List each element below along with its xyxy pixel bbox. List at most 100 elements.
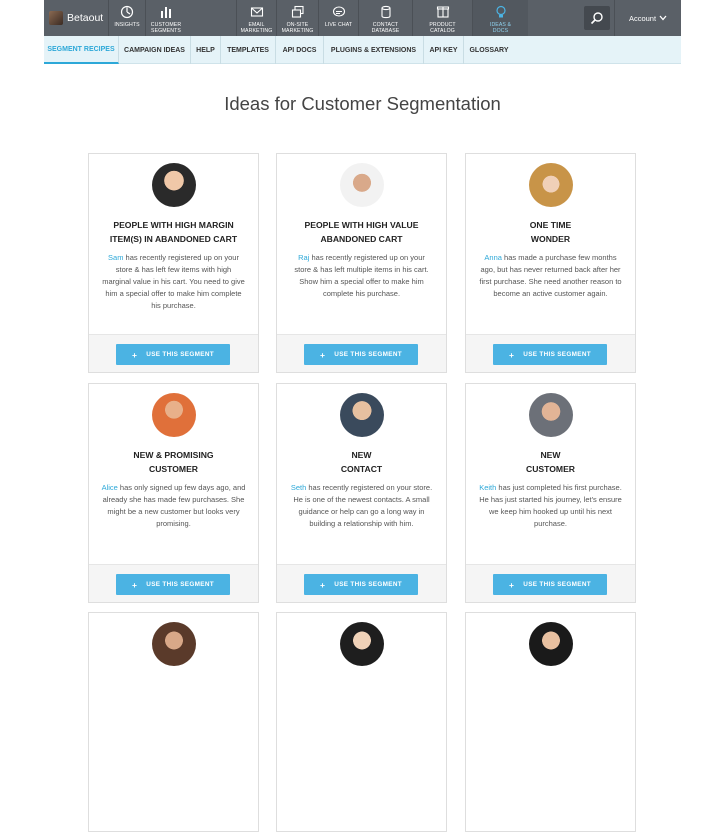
customer-name: Keith: [479, 483, 497, 492]
nav-customer-segments-label: CUSTOMER SEGMENTS: [150, 22, 182, 34]
plus-icon: +: [509, 579, 515, 590]
plus-icon: +: [320, 579, 326, 590]
sub-navbar: SEGMENT RECIPES CAMPAIGN IDEAS HELP TEMP…: [44, 36, 681, 64]
use-segment-button[interactable]: + USE THIS SEGMENT: [116, 574, 230, 595]
segment-card: [88, 612, 259, 832]
windows-icon: [290, 4, 306, 20]
chat-bubble-icon: [331, 4, 347, 20]
card-description: Raj has recently registered up on your s…: [289, 252, 434, 300]
avatar: [152, 622, 196, 666]
segment-card: NEW CONTACT Seth has recently registered…: [276, 383, 447, 603]
use-segment-label: USE THIS SEGMENT: [146, 351, 214, 358]
plus-icon: +: [509, 349, 515, 360]
customer-name: Sam: [108, 253, 124, 262]
card-description: Anna has made a purchase few months ago,…: [478, 252, 623, 300]
card-title: PEOPLE WITH HIGH VALUE ABANDONED CART: [304, 220, 419, 244]
card-description: Seth has recently registered on your sto…: [289, 482, 434, 530]
top-navbar: Betaout INSIGHTS CUSTOMER SEGMENTS EMAIL…: [44, 0, 681, 36]
page-title: Ideas for Customer Segmentation: [224, 93, 501, 114]
card-description: Sam has recently registered up on your s…: [101, 252, 246, 312]
avatar: [529, 163, 573, 207]
segment-card: PEOPLE WITH HIGH VALUE ABANDONED CART Ra…: [276, 153, 447, 373]
use-segment-label: USE THIS SEGMENT: [334, 581, 402, 588]
lightbulb-icon: [493, 4, 509, 20]
avatar: [529, 393, 573, 437]
nav-email-marketing-label: EMAIL MARKETING: [240, 22, 273, 34]
segment-card: PEOPLE WITH HIGH MARGIN ITEM(S) IN ABAND…: [88, 153, 259, 373]
customer-name: Anna: [484, 253, 502, 262]
card-title: NEW CUSTOMER: [525, 450, 576, 474]
card-title: ONE TIME WONDER: [529, 220, 572, 244]
use-segment-button[interactable]: + USE THIS SEGMENT: [116, 344, 230, 365]
avatar: [152, 393, 196, 437]
tab-campaign-ideas[interactable]: CAMPAIGN IDEAS: [119, 36, 191, 64]
use-segment-label: USE THIS SEGMENT: [523, 581, 591, 588]
nav-email-marketing[interactable]: EMAIL MARKETING: [236, 0, 276, 36]
card-description: Alice has only signed up few days ago, a…: [101, 482, 246, 530]
nav-onsite-marketing[interactable]: ON-SITE MARKETING: [276, 0, 318, 36]
nav-product-catalog-label: PRODUCT CATALOG: [429, 22, 456, 34]
use-segment-label: USE THIS SEGMENT: [334, 351, 402, 358]
use-segment-label: USE THIS SEGMENT: [146, 581, 214, 588]
segment-card: [465, 612, 636, 832]
nav-insights[interactable]: INSIGHTS: [108, 0, 145, 36]
card-title: NEW & PROMISING CUSTOMER: [133, 450, 214, 474]
tab-api-docs[interactable]: API DOCS: [276, 36, 324, 64]
use-segment-button[interactable]: + USE THIS SEGMENT: [304, 344, 418, 365]
account-menu[interactable]: Account: [614, 0, 681, 36]
bar-chart-icon: [158, 4, 174, 20]
use-segment-button[interactable]: + USE THIS SEGMENT: [493, 344, 607, 365]
avatar: [529, 622, 573, 666]
brand-name: Betaout: [67, 12, 104, 24]
tab-help[interactable]: HELP: [191, 36, 221, 64]
use-segment-label: USE THIS SEGMENT: [523, 351, 591, 358]
card-description-text: has recently registered up on your store…: [294, 253, 429, 298]
card-description-text: has only signed up few days ago, and alr…: [102, 483, 246, 528]
tab-glossary[interactable]: GLOSSARY: [464, 36, 514, 64]
account-label: Account: [628, 13, 657, 23]
card-description-text: has recently registered up on your store…: [102, 253, 245, 310]
plus-icon: +: [132, 349, 138, 360]
tab-plugins-extensions[interactable]: PLUGINS & EXTENSIONS: [324, 36, 424, 64]
customer-name: Alice: [101, 483, 118, 492]
tab-segment-recipes[interactable]: SEGMENT RECIPES: [44, 36, 119, 64]
card-description-text: has just completed his first purchase. H…: [479, 483, 622, 528]
use-segment-button[interactable]: + USE THIS SEGMENT: [493, 574, 607, 595]
insights-icon: [119, 4, 135, 20]
tab-api-key[interactable]: API KEY: [424, 36, 464, 64]
nav-live-chat-label: LIVE CHAT: [324, 22, 353, 28]
box-icon: [435, 4, 451, 20]
segment-card: ONE TIME WONDER Anna has made a purchase…: [465, 153, 636, 373]
nav-contact-database-label: CONTACT DATABASE: [371, 22, 400, 34]
segment-card: NEW CUSTOMER Keith has just completed hi…: [465, 383, 636, 603]
nav-contact-database[interactable]: CONTACT DATABASE: [358, 0, 412, 36]
avatar: [340, 622, 384, 666]
card-title: NEW CONTACT: [340, 450, 383, 474]
nav-ideas-docs-label: IDEAS & DOCS: [489, 22, 512, 34]
search-button[interactable]: [584, 6, 610, 30]
segment-card: NEW & PROMISING CUSTOMER Alice has only …: [88, 383, 259, 603]
card-description: Keith has just completed his first purch…: [478, 482, 623, 530]
search-icon: [590, 12, 603, 25]
nav-insights-label: INSIGHTS: [114, 22, 140, 28]
tab-templates[interactable]: TEMPLATES: [221, 36, 276, 64]
customer-name: Seth: [290, 483, 307, 492]
nav-product-catalog[interactable]: PRODUCT CATALOG: [412, 0, 472, 36]
avatar: [152, 163, 196, 207]
database-icon: [378, 4, 394, 20]
nav-live-chat[interactable]: LIVE CHAT: [318, 0, 358, 36]
card-description-text: has recently registered on your store. H…: [293, 483, 433, 528]
segment-card: [276, 612, 447, 832]
brand[interactable]: Betaout: [44, 0, 108, 36]
chevron-down-icon: [659, 15, 667, 21]
avatar: [340, 163, 384, 207]
nav-ideas-docs[interactable]: IDEAS & DOCS: [472, 0, 528, 36]
customer-name: Raj: [298, 253, 310, 262]
use-segment-button[interactable]: + USE THIS SEGMENT: [304, 574, 418, 595]
card-title: PEOPLE WITH HIGH MARGIN ITEM(S) IN ABAND…: [109, 220, 238, 244]
plus-icon: +: [320, 349, 326, 360]
brand-logo: [49, 11, 63, 25]
avatar: [340, 393, 384, 437]
nav-customer-segments[interactable]: CUSTOMER SEGMENTS: [145, 0, 186, 36]
plus-icon: +: [132, 579, 138, 590]
